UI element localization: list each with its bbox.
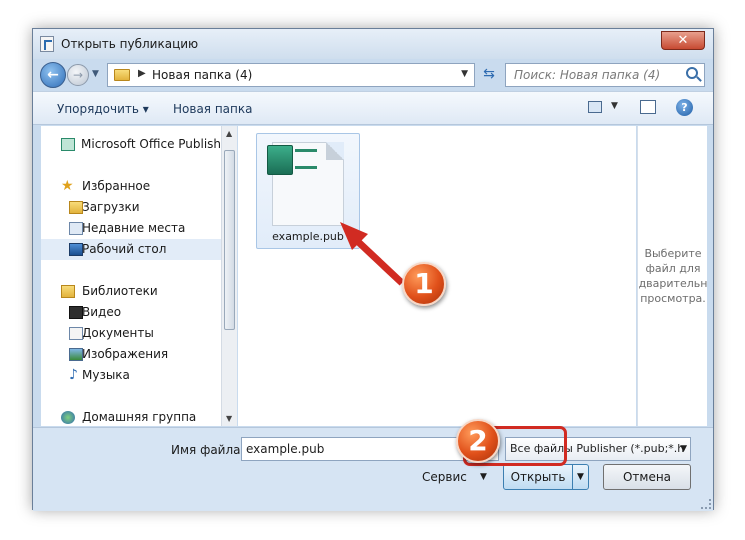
preview-hint-line-2: файл для (645, 262, 701, 275)
sidebar-item-publisher[interactable]: Microsoft Office Publisher (41, 134, 233, 155)
publisher-file-icon (267, 142, 344, 226)
sidebar-item-label: Документы (82, 326, 154, 340)
sidebar-item-label: Рабочий стол (82, 242, 167, 256)
dialog-title: Открыть публикацию (61, 37, 199, 51)
tools-menu-button[interactable]: Сервис (422, 470, 467, 484)
forward-button[interactable]: → (67, 64, 89, 86)
refresh-icon[interactable]: ⇆ (477, 63, 501, 87)
back-button[interactable]: ← (40, 62, 66, 88)
sidebar-item-label: Видео (82, 305, 122, 319)
sidebar-item-label: Домашняя группа (82, 410, 197, 424)
preview-pane-toggle-icon[interactable] (640, 100, 656, 114)
close-button[interactable]: ✕ (661, 31, 705, 50)
view-options-dropdown-icon[interactable]: ▼ (611, 101, 618, 111)
cancel-button[interactable]: Отмена (603, 464, 691, 490)
breadcrumb-separator-icon[interactable]: ▶ (138, 68, 146, 79)
sidebar-item-label: Недавние места (82, 221, 186, 235)
dialog-footer: Имя файла: example.pub Все файлы Publish… (33, 427, 713, 511)
change-view-icon[interactable] (588, 101, 602, 113)
help-icon[interactable]: ? (676, 99, 693, 116)
preview-hint: Выберите файл для дварительн просмотра. (638, 246, 708, 306)
downloads-icon (69, 201, 83, 214)
new-folder-button[interactable]: Новая папка (173, 102, 252, 116)
address-bar[interactable]: ▶ Новая папка (4) ▼ (107, 63, 475, 87)
organize-menu-button[interactable]: Упорядочить ▾ (57, 102, 149, 116)
preview-hint-line-3: дварительн (638, 277, 708, 290)
sidebar-item-libraries[interactable]: Библиотеки (41, 281, 221, 302)
filename-label: Имя файла: (171, 443, 245, 457)
navigation-bar: ← → ▼ ▶ Новая папка (4) ▼ ⇆ Поиск: Новая… (33, 59, 713, 91)
breadcrumb-current-folder[interactable]: Новая папка (4) (152, 68, 252, 82)
step-marker-2: 2 (456, 419, 500, 463)
sidebar-item-label: Загрузки (82, 200, 140, 214)
libraries-icon (61, 285, 75, 298)
file-name-label: example.pub (272, 230, 344, 243)
navigation-pane: Microsoft Office Publisher ★ Избранное З… (41, 126, 237, 426)
sidebar-item-music[interactable]: ♪ Музыка (41, 365, 221, 386)
homegroup-icon (61, 411, 75, 424)
search-input[interactable]: Поиск: Новая папка (4) (505, 63, 705, 87)
music-icon: ♪ (69, 367, 78, 383)
sidebar-item-desktop[interactable]: Рабочий стол (41, 239, 221, 260)
scroll-down-icon[interactable]: ▼ (226, 414, 232, 423)
sidebar-item-pictures[interactable]: Изображения (41, 344, 221, 365)
chevron-down-icon[interactable]: ▼ (680, 438, 687, 460)
scroll-up-icon[interactable]: ▲ (226, 129, 232, 138)
open-publication-dialog: Открыть публикацию ✕ ← → ▼ ▶ Новая папка… (32, 28, 714, 511)
recent-locations-dropdown-icon[interactable]: ▼ (92, 69, 99, 79)
pictures-icon (69, 348, 83, 361)
open-button[interactable]: Открыть ▼ (503, 464, 589, 490)
publisher-lines-icon (295, 149, 317, 169)
sidebar-item-downloads[interactable]: Загрузки (41, 197, 221, 218)
resize-grip[interactable] (701, 499, 711, 509)
file-item[interactable]: example.pub (256, 133, 360, 249)
address-dropdown-icon[interactable]: ▼ (461, 69, 468, 79)
sidebar-item-label: Библиотеки (82, 284, 158, 298)
step-marker-1: 1 (402, 262, 446, 306)
title-bar: Открыть публикацию ✕ (33, 29, 713, 59)
video-icon (69, 306, 83, 319)
sidebar-item-label: Избранное (82, 179, 151, 193)
recent-places-icon (69, 222, 83, 235)
search-placeholder: Поиск: Новая папка (4) (514, 68, 661, 82)
publisher-icon (61, 138, 75, 151)
sidebar-item-favorites[interactable]: ★ Избранное (41, 176, 221, 197)
sidebar-item-documents[interactable]: Документы (41, 323, 221, 344)
open-split-dropdown-icon[interactable]: ▼ (572, 465, 588, 489)
sidebar-item-label: Microsoft Office Publisher (81, 137, 234, 151)
open-button-label: Открыть (510, 470, 566, 484)
publisher-badge-icon (267, 145, 293, 175)
sidebar-item-label: Изображения (82, 347, 169, 361)
command-toolbar: Упорядочить ▾ Новая папка ▼ ? (33, 91, 713, 125)
folder-icon (114, 69, 130, 81)
star-icon: ★ (61, 178, 74, 194)
preview-pane: Выберите файл для дварительн просмотра. (637, 126, 707, 426)
sidebar-item-recent-places[interactable]: Недавние места (41, 218, 221, 239)
sidebar-item-video[interactable]: Видео (41, 302, 221, 323)
scrollbar-thumb[interactable] (224, 150, 235, 330)
tools-dropdown-icon[interactable]: ▼ (480, 472, 487, 482)
sidebar-item-label: Музыка (82, 368, 130, 382)
search-icon[interactable] (686, 67, 698, 79)
preview-hint-line-4: просмотра. (640, 292, 706, 305)
sidebar-scrollbar[interactable]: ▲ ▼ (221, 126, 237, 426)
desktop-icon (69, 243, 83, 256)
dialog-icon (40, 36, 54, 52)
sidebar-item-homegroup[interactable]: Домашняя группа (41, 407, 221, 428)
preview-hint-line-1: Выберите (644, 247, 702, 260)
documents-icon (69, 327, 83, 340)
